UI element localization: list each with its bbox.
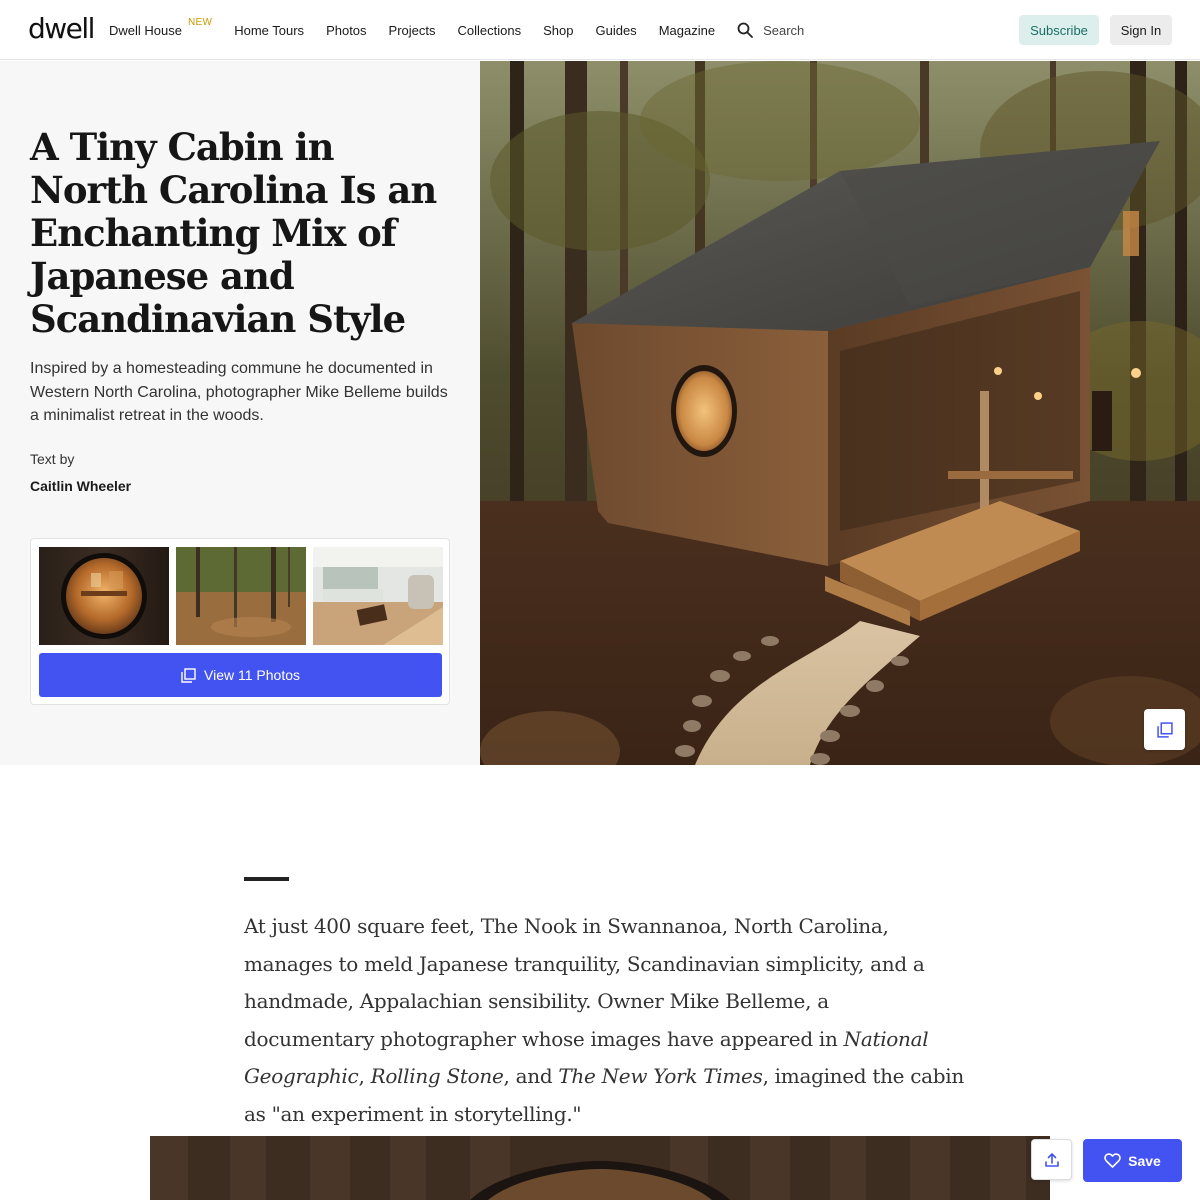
open-gallery-button[interactable] <box>1144 709 1185 750</box>
byline-label: Text by <box>30 451 75 467</box>
paragraph-text: , <box>358 1064 371 1088</box>
search-label: Search <box>763 22 805 38</box>
publication-name: Rolling Stone <box>370 1064 504 1088</box>
nav-label: Dwell House <box>109 22 182 38</box>
section-divider <box>244 877 289 881</box>
nav-item-magazine[interactable]: Magazine <box>659 23 715 38</box>
search-icon <box>737 22 753 38</box>
article-dek: Inspired by a homesteading commune he do… <box>30 360 448 424</box>
round-window-photo <box>39 547 169 645</box>
save-button[interactable]: Save <box>1083 1139 1182 1182</box>
nav-item-guides[interactable]: Guides <box>595 23 636 38</box>
gallery-icon <box>181 667 196 683</box>
cabin-illustration <box>480 61 1200 765</box>
share-icon <box>1044 1152 1059 1167</box>
nav-item-projects[interactable]: Projects <box>389 23 436 38</box>
article-photo[interactable] <box>150 1136 1050 1200</box>
paragraph-text: , and <box>503 1064 559 1088</box>
nav-item-collections[interactable]: Collections <box>458 23 522 38</box>
forest-photo <box>176 547 306 645</box>
hero-text-panel: A Tiny Cabin in North Carolina Is an Enc… <box>0 61 480 765</box>
gallery-thumbnail[interactable] <box>313 547 443 645</box>
publication-name: The New York Times <box>558 1064 763 1088</box>
author-name[interactable]: Caitlin Wheeler <box>30 478 131 494</box>
photo-gallery-card: View 11 Photos <box>30 538 450 705</box>
article-paragraph: At just 400 square feet, The Nook in Swa… <box>244 908 964 1133</box>
heart-icon <box>1104 1153 1121 1168</box>
nav-item-shop[interactable]: Shop <box>543 23 573 38</box>
hero-cabin-photo[interactable] <box>480 61 1200 765</box>
wood-wall-photo <box>150 1136 1050 1200</box>
site-header: dwell Dwell House NEW Home Tours Photos … <box>0 0 1200 60</box>
paragraph-text: At just 400 square feet, The Nook in Swa… <box>244 914 925 1051</box>
dwell-logo[interactable]: dwell <box>28 13 95 45</box>
view-photos-label: View 11 Photos <box>204 667 300 683</box>
nav-item-photos[interactable]: Photos <box>326 23 366 38</box>
sign-in-button[interactable]: Sign In <box>1110 15 1172 45</box>
article-title: A Tiny Cabin in North Carolina Is an Enc… <box>30 125 437 341</box>
gallery-thumbnail[interactable] <box>176 547 306 645</box>
new-badge: NEW <box>187 16 213 28</box>
gallery-thumbnail[interactable] <box>39 547 169 645</box>
main-nav: Dwell House NEW Home Tours Photos Projec… <box>109 0 804 60</box>
gallery-icon <box>1156 721 1173 738</box>
nav-item-dwell-house[interactable]: Dwell House NEW <box>109 17 212 38</box>
subscribe-button[interactable]: Subscribe <box>1019 15 1099 45</box>
share-button[interactable] <box>1031 1139 1072 1180</box>
nav-item-home-tours[interactable]: Home Tours <box>234 23 304 38</box>
interior-photo <box>313 547 443 645</box>
search-button[interactable]: Search <box>737 22 804 38</box>
save-label: Save <box>1128 1152 1161 1169</box>
view-photos-button[interactable]: View 11 Photos <box>39 653 442 697</box>
